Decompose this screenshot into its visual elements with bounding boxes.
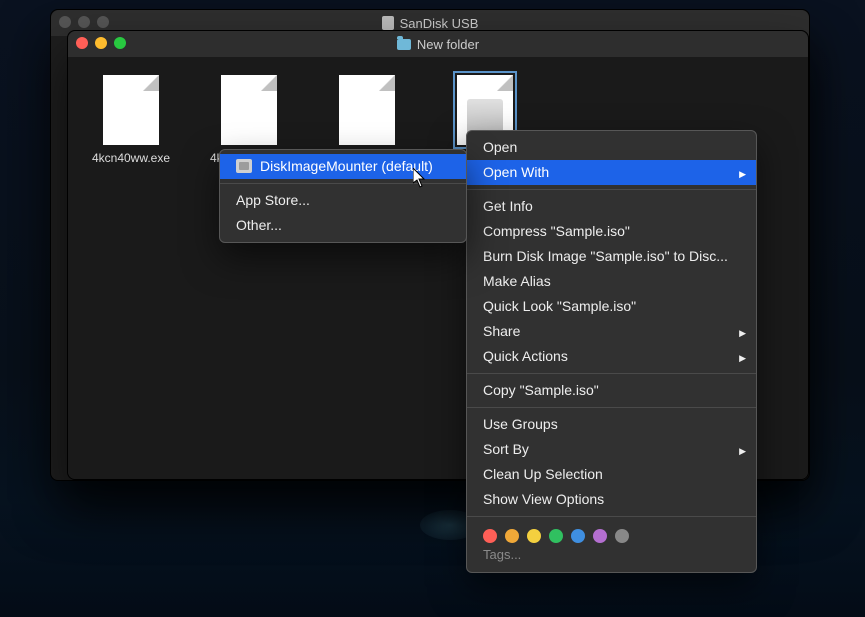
document-icon xyxy=(339,75,395,145)
menu-use-groups[interactable]: Use Groups xyxy=(467,412,756,437)
tag-blue[interactable] xyxy=(571,529,585,543)
menu-view-options[interactable]: Show View Options xyxy=(467,487,756,512)
document-icon xyxy=(221,75,277,145)
menu-clean-up[interactable]: Clean Up Selection xyxy=(467,462,756,487)
traffic-lights-sandisk xyxy=(59,16,109,28)
menu-copy[interactable]: Copy "Sample.iso" xyxy=(467,378,756,403)
tag-yellow[interactable] xyxy=(527,529,541,543)
menu-separator xyxy=(467,189,756,190)
traffic-lights-newfolder xyxy=(76,37,126,49)
menu-burn[interactable]: Burn Disk Image "Sample.iso" to Disc... xyxy=(467,244,756,269)
menu-separator xyxy=(467,373,756,374)
desktop: SanDisk USB New folder 4kcn40ww.exe xyxy=(0,0,865,617)
menu-share[interactable]: Share xyxy=(467,319,756,344)
window-title-sandisk: SanDisk USB xyxy=(400,16,479,31)
menu-separator xyxy=(467,407,756,408)
window-title-newfolder: New folder xyxy=(417,37,479,52)
file-item[interactable]: 4kcn40ww.exe xyxy=(86,75,176,165)
submenu-diskimagemounter[interactable]: DiskImageMounter (default) xyxy=(220,154,466,179)
file-label: 4kcn40ww.exe xyxy=(86,151,176,165)
tag-orange[interactable] xyxy=(505,529,519,543)
tag-green[interactable] xyxy=(549,529,563,543)
tag-purple[interactable] xyxy=(593,529,607,543)
menu-quick-actions[interactable]: Quick Actions xyxy=(467,344,756,369)
menu-open-with[interactable]: Open With xyxy=(467,160,756,185)
menu-compress[interactable]: Compress "Sample.iso" xyxy=(467,219,756,244)
document-icon xyxy=(103,75,159,145)
menu-quick-look[interactable]: Quick Look "Sample.iso" xyxy=(467,294,756,319)
menu-get-info[interactable]: Get Info xyxy=(467,194,756,219)
usb-disk-icon xyxy=(382,16,394,30)
tags-row xyxy=(467,521,756,545)
zoom-button[interactable] xyxy=(114,37,126,49)
menu-separator xyxy=(467,516,756,517)
close-button[interactable] xyxy=(76,37,88,49)
menu-sort-by[interactable]: Sort By xyxy=(467,437,756,462)
minimize-dot-inactive[interactable] xyxy=(78,16,90,28)
openwith-submenu: DiskImageMounter (default) App Store... … xyxy=(219,149,467,243)
zoom-dot-inactive[interactable] xyxy=(97,16,109,28)
close-dot-inactive[interactable] xyxy=(59,16,71,28)
minimize-button[interactable] xyxy=(95,37,107,49)
folder-icon xyxy=(397,39,411,50)
submenu-app-store[interactable]: App Store... xyxy=(220,188,466,213)
menu-open[interactable]: Open xyxy=(467,135,756,160)
tag-gray[interactable] xyxy=(615,529,629,543)
disk-image-mounter-icon xyxy=(236,159,252,173)
titlebar-newfolder[interactable]: New folder xyxy=(68,31,808,57)
menu-make-alias[interactable]: Make Alias xyxy=(467,269,756,294)
tags-label[interactable]: Tags... xyxy=(467,545,756,568)
tag-red[interactable] xyxy=(483,529,497,543)
context-menu: Open Open With Get Info Compress "Sample… xyxy=(466,130,757,573)
submenu-other[interactable]: Other... xyxy=(220,213,466,238)
menu-separator xyxy=(220,183,466,184)
submenu-label: DiskImageMounter (default) xyxy=(260,158,433,174)
